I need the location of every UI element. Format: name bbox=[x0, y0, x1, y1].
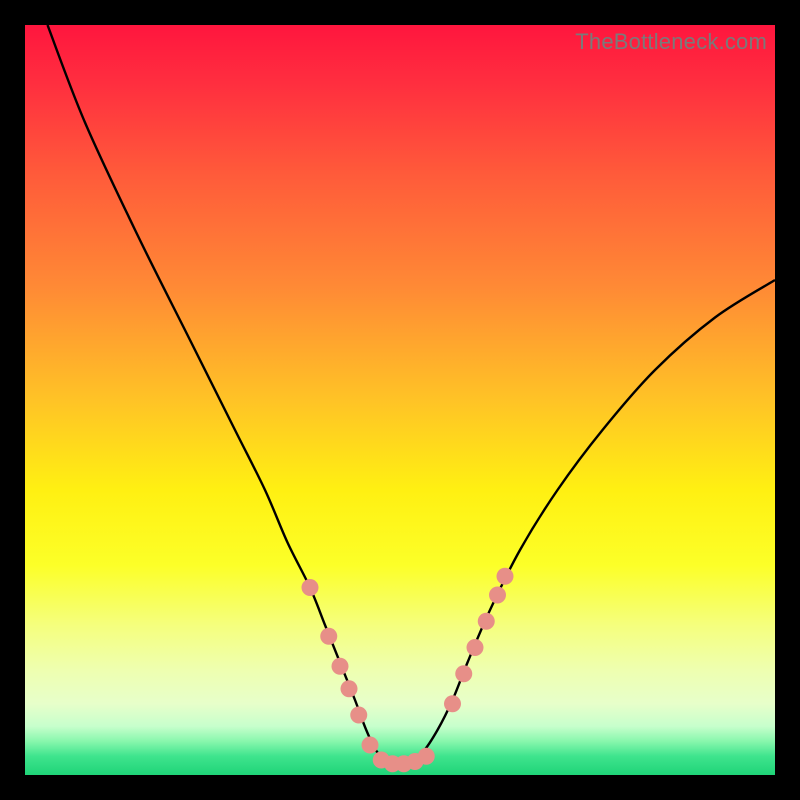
curve-marker bbox=[455, 665, 472, 682]
curve-marker bbox=[444, 695, 461, 712]
curve-marker bbox=[341, 680, 358, 697]
curve-marker bbox=[302, 579, 319, 596]
curve-marker bbox=[467, 639, 484, 656]
chart-frame: TheBottleneck.com bbox=[25, 25, 775, 775]
curve-marker bbox=[489, 587, 506, 604]
watermark-text: TheBottleneck.com bbox=[575, 29, 767, 55]
gradient-background bbox=[25, 25, 775, 775]
curve-marker bbox=[478, 613, 495, 630]
curve-marker bbox=[332, 658, 349, 675]
curve-marker bbox=[418, 748, 435, 765]
curve-marker bbox=[320, 628, 337, 645]
curve-marker bbox=[497, 568, 514, 585]
curve-marker bbox=[362, 737, 379, 754]
curve-marker bbox=[350, 707, 367, 724]
bottleneck-chart bbox=[25, 25, 775, 775]
